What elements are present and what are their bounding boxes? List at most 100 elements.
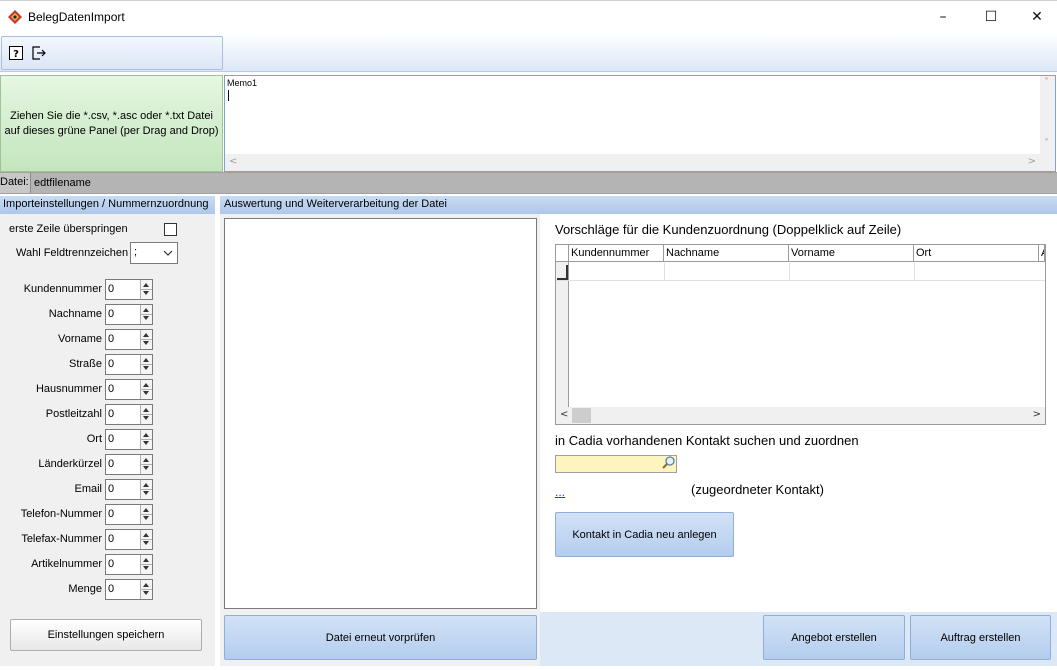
field-number-input[interactable]: 0 bbox=[105, 429, 153, 450]
new-contact-button[interactable]: Kontakt in Cadia neu anlegen bbox=[555, 512, 734, 557]
field-number-input[interactable]: 0 bbox=[105, 454, 153, 475]
grid-cell-divider bbox=[664, 263, 665, 281]
number-spinner[interactable] bbox=[140, 430, 152, 449]
field-label: Kundennummer bbox=[23, 283, 102, 295]
scroll-left-icon[interactable]: < bbox=[560, 409, 568, 420]
file-name-field[interactable] bbox=[30, 173, 1057, 193]
separator-value: ; bbox=[134, 246, 138, 258]
memo-horizontal-scrollbar[interactable]: < > bbox=[225, 154, 1040, 171]
scroll-left-icon[interactable]: < bbox=[229, 156, 237, 167]
field-number-value: 0 bbox=[108, 483, 115, 495]
field-number-input[interactable]: 0 bbox=[105, 404, 153, 425]
window-bottom-edge bbox=[0, 666, 1057, 670]
scroll-down-icon[interactable]: ˅ bbox=[1044, 138, 1049, 149]
number-spinner[interactable] bbox=[140, 330, 152, 349]
minimize-button[interactable]: – bbox=[920, 0, 966, 34]
field-number-input[interactable]: 0 bbox=[105, 504, 153, 525]
grid-header-nachname[interactable]: Nachname bbox=[664, 245, 789, 262]
field-label: Straße bbox=[68, 358, 102, 370]
memo-text: Memo1 bbox=[227, 78, 258, 88]
grid-cell-divider bbox=[789, 263, 790, 281]
spinner-divider bbox=[141, 439, 152, 440]
evaluation-list[interactable] bbox=[224, 218, 537, 609]
number-spinner[interactable] bbox=[140, 280, 152, 299]
field-number-input[interactable]: 0 bbox=[105, 479, 153, 500]
field-number-value: 0 bbox=[108, 408, 115, 420]
skip-first-row-label: erste Zeile überspringen bbox=[9, 223, 128, 235]
field-number-value: 0 bbox=[108, 358, 115, 370]
svg-text:?: ? bbox=[13, 49, 19, 60]
spinner-divider bbox=[141, 339, 152, 340]
field-number-input[interactable]: 0 bbox=[105, 279, 153, 300]
memo-vertical-scrollbar[interactable]: ˄ ˅ bbox=[1040, 76, 1055, 171]
number-spinner[interactable] bbox=[140, 305, 152, 324]
number-spinner[interactable] bbox=[140, 505, 152, 524]
field-number-input[interactable]: 0 bbox=[105, 529, 153, 550]
spinner-divider bbox=[141, 289, 152, 290]
maximize-button[interactable]: ☐ bbox=[968, 0, 1014, 34]
drop-panel[interactable]: Ziehen Sie die *.csv, *.asc oder *.txt D… bbox=[0, 75, 223, 172]
scroll-up-icon[interactable]: ˄ bbox=[1044, 77, 1049, 88]
spinner-divider bbox=[141, 464, 152, 465]
number-spinner[interactable] bbox=[140, 580, 152, 599]
field-label: Artikelnummer bbox=[31, 558, 102, 570]
spinner-divider bbox=[141, 489, 152, 490]
field-number-input[interactable]: 0 bbox=[105, 379, 153, 400]
grid-horizontal-scrollbar[interactable]: < > bbox=[556, 407, 1045, 424]
skip-first-row-checkbox[interactable] bbox=[164, 223, 177, 236]
number-spinner[interactable] bbox=[140, 455, 152, 474]
chevron-down-icon bbox=[163, 250, 173, 256]
number-spinner[interactable] bbox=[140, 380, 152, 399]
number-spinner[interactable] bbox=[140, 530, 152, 549]
field-label: Ort bbox=[86, 433, 102, 445]
evaluation-header: Auswertung und Weiterverarbeitung der Da… bbox=[220, 196, 1057, 214]
close-button[interactable]: ✕ bbox=[1014, 0, 1057, 34]
field-number-input[interactable]: 0 bbox=[105, 304, 153, 325]
save-settings-button[interactable]: Einstellungen speichern bbox=[10, 619, 202, 651]
grid-cell-divider bbox=[914, 263, 915, 281]
grid-header-vorname[interactable]: Vorname bbox=[789, 245, 914, 262]
number-spinner[interactable] bbox=[140, 555, 152, 574]
spinner-divider bbox=[141, 314, 152, 315]
field-number-value: 0 bbox=[108, 383, 115, 395]
field-number-input[interactable]: 0 bbox=[105, 554, 153, 575]
scroll-right-icon[interactable]: > bbox=[1028, 156, 1036, 167]
spinner-divider bbox=[141, 414, 152, 415]
field-number-value: 0 bbox=[108, 583, 115, 595]
contact-search-input[interactable] bbox=[555, 455, 677, 473]
assigned-contact-link[interactable]: ... bbox=[555, 485, 565, 499]
separator-select[interactable]: ; bbox=[130, 242, 178, 264]
grid-header-ort[interactable]: Ort bbox=[914, 245, 1039, 262]
exit-icon[interactable] bbox=[31, 45, 47, 61]
row-indicator bbox=[557, 265, 568, 280]
number-spinner[interactable] bbox=[140, 355, 152, 374]
field-number-input[interactable]: 0 bbox=[105, 579, 153, 600]
spinner-divider bbox=[141, 589, 152, 590]
create-offer-button[interactable]: Angebot erstellen bbox=[763, 615, 905, 660]
text-caret bbox=[228, 90, 229, 101]
search-icon[interactable] bbox=[661, 455, 677, 471]
scroll-right-icon[interactable]: > bbox=[1033, 409, 1041, 420]
number-spinner[interactable] bbox=[140, 405, 152, 424]
field-number-value: 0 bbox=[108, 333, 115, 345]
field-label: Menge bbox=[68, 583, 102, 595]
grid-scroll-thumb[interactable] bbox=[572, 408, 591, 423]
number-spinner[interactable] bbox=[140, 480, 152, 499]
field-number-input[interactable]: 0 bbox=[105, 329, 153, 350]
import-settings-header: Importeinstellungen / Nummernzuordnung bbox=[0, 196, 215, 214]
field-number-value: 0 bbox=[108, 308, 115, 320]
grid-header-more[interactable]: A bbox=[1039, 245, 1045, 262]
grid-header-kundennummer[interactable]: Kundennummer bbox=[569, 245, 664, 262]
field-label: Telefon-Nummer bbox=[20, 508, 102, 520]
table-row[interactable] bbox=[556, 263, 1045, 281]
field-number-value: 0 bbox=[108, 508, 115, 520]
help-icon[interactable]: ? bbox=[8, 45, 24, 61]
suggestions-title: Vorschläge für die Kundenzuordnung (Dopp… bbox=[555, 222, 902, 237]
field-label: Hausnummer bbox=[35, 383, 102, 395]
file-name-value: edtfilename bbox=[34, 177, 91, 189]
recheck-file-button[interactable]: Datei erneut vorprüfen bbox=[224, 615, 537, 660]
create-order-button[interactable]: Auftrag erstellen bbox=[910, 615, 1051, 660]
spinner-divider bbox=[141, 364, 152, 365]
field-label: Nachname bbox=[48, 308, 102, 320]
field-number-input[interactable]: 0 bbox=[105, 354, 153, 375]
